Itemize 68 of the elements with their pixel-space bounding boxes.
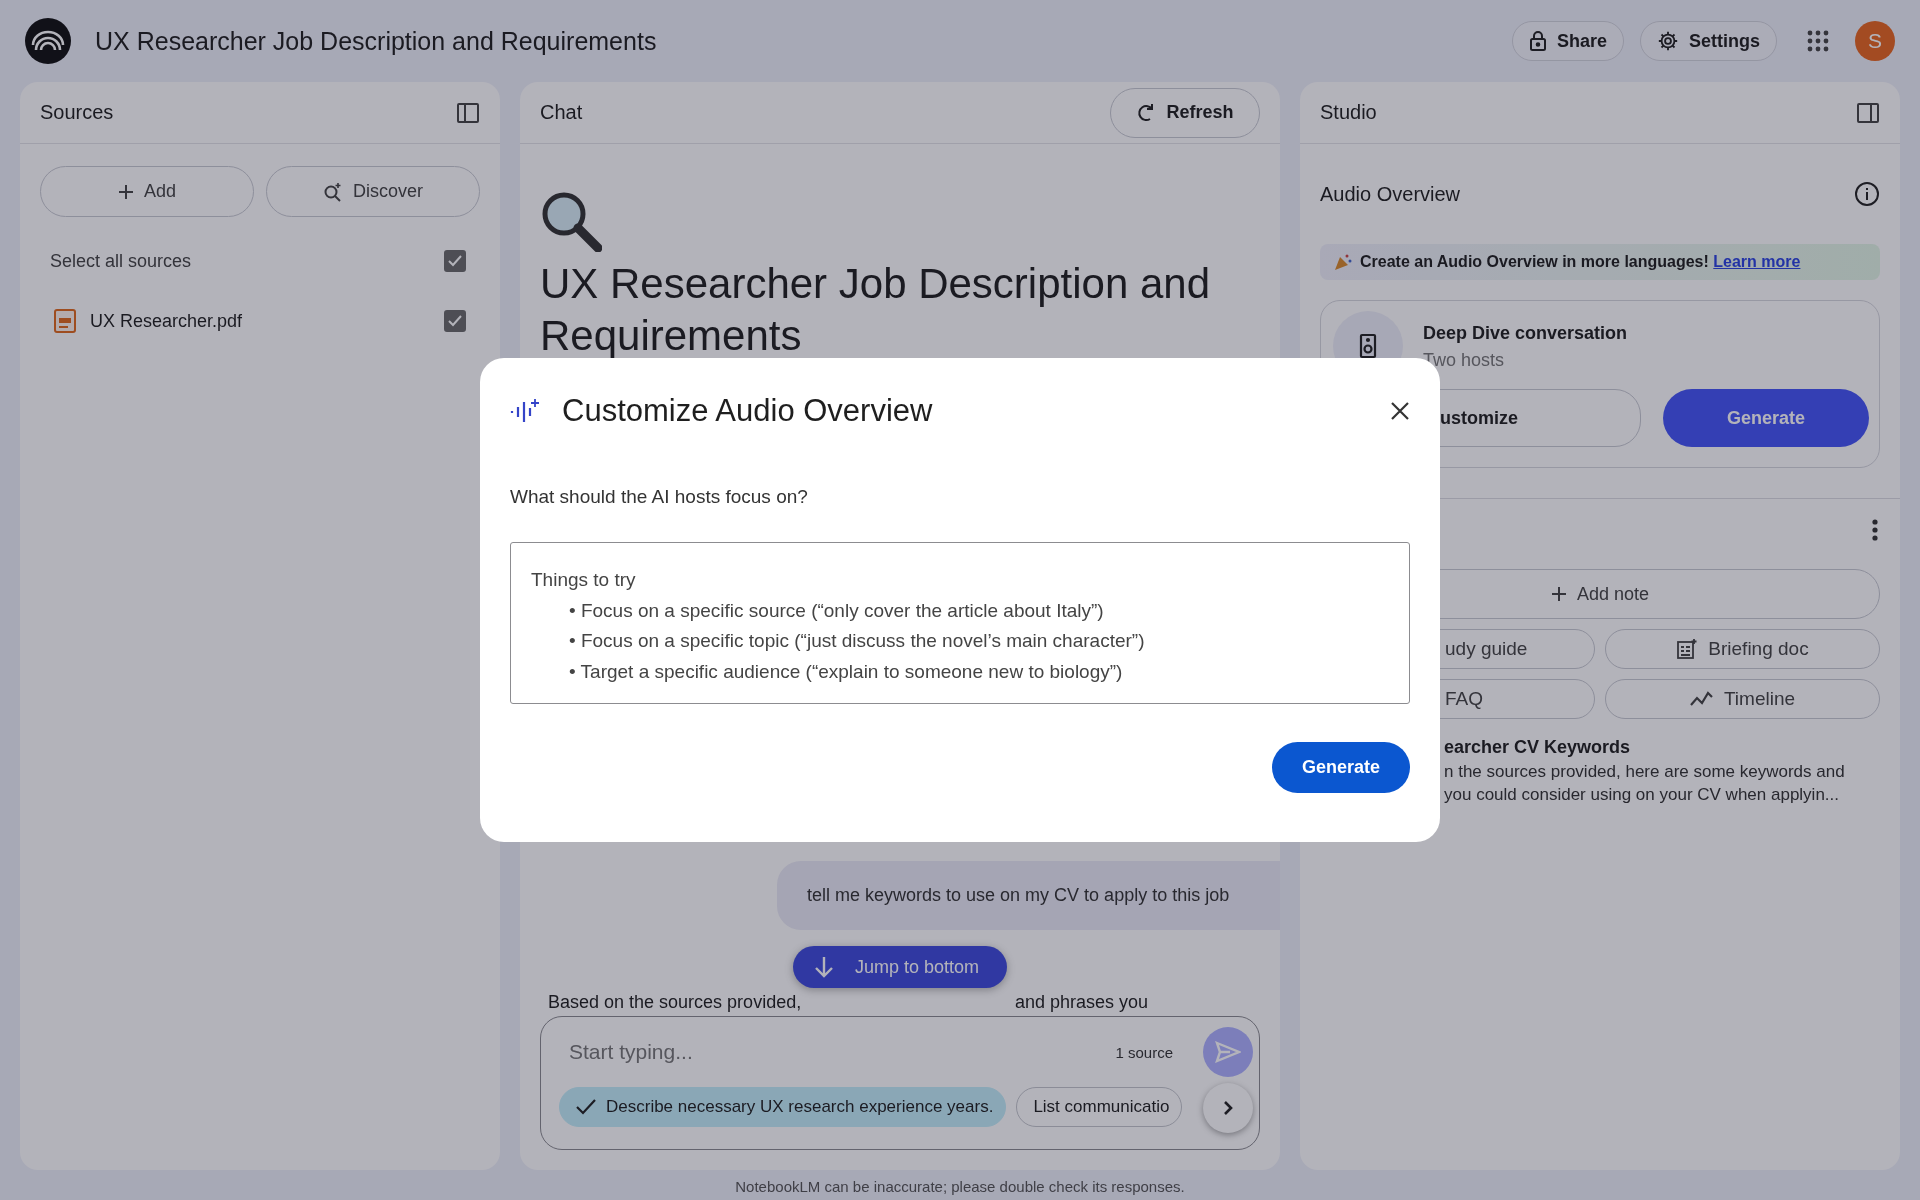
placeholder-hint: • Focus on a specific source (“only cover the article about Italy”) <box>569 598 1104 623</box>
note-preview: n the sources provided, here are some keywords and <box>1444 761 1846 783</box>
suggestion-chip[interactable]: List communicatio <box>1016 1087 1183 1127</box>
select-all-label: Select all sources <box>50 250 192 272</box>
close-button[interactable] <box>1390 401 1410 421</box>
panel-toggle-icon[interactable] <box>456 100 480 125</box>
plus-icon <box>118 183 134 200</box>
checkbox[interactable] <box>444 310 466 332</box>
logo-icon[interactable] <box>25 18 71 64</box>
focus-question: What should the AI hosts focus on? <box>510 486 809 508</box>
check-icon <box>576 1099 596 1115</box>
panel-title: Studio <box>1320 101 1377 124</box>
settings-icon <box>1657 30 1679 52</box>
dialog-title: Customize Audio Overview <box>562 393 934 429</box>
panel-title: Chat <box>540 101 583 124</box>
user-message: tell me keywords to use on my CV to apply to this job <box>777 861 1280 930</box>
more-options-icon[interactable] <box>1872 519 1878 541</box>
close-icon <box>1390 401 1410 421</box>
jump-to-bottom-button[interactable]: Jump to bottom <box>793 946 1007 988</box>
generate-button[interactable]: Generate <box>1272 742 1410 793</box>
plus-icon <box>1550 586 1567 602</box>
notebook-heading: UX Researcher Job Description and Requirements <box>540 259 1211 361</box>
placeholder-title: Things to try <box>531 568 637 592</box>
disclaimer-text: NotebookLM can be inaccurate; please double check its responses. <box>734 1177 1186 1195</box>
checkbox[interactable] <box>444 250 466 272</box>
arrow-down-icon <box>815 956 833 978</box>
lock-icon <box>1528 30 1547 52</box>
apps-grid-icon[interactable] <box>1807 30 1829 52</box>
refresh-button[interactable]: Refresh <box>1110 87 1260 138</box>
source-item[interactable]: UX Researcher.pdf <box>90 310 430 332</box>
pdf-file-icon <box>54 309 76 333</box>
audio-wave-icon <box>510 398 540 424</box>
share-button[interactable]: Share <box>1511 21 1624 61</box>
chevron-right-icon <box>1223 1100 1233 1116</box>
placeholder-hint: • Target a specific audience (“explain to someone new to biology”) <box>569 659 1123 684</box>
magnifier-icon <box>540 190 602 252</box>
card-title: Deep Dive conversation <box>1423 323 1629 344</box>
check-icon <box>448 315 462 327</box>
note-title: earcher CV Keywords <box>1444 737 1632 758</box>
learn-more-link[interactable]: Learn more <box>1713 253 1801 270</box>
party-popper-icon <box>1334 253 1352 271</box>
discover-icon <box>323 181 343 202</box>
check-icon <box>448 255 462 267</box>
suggestion-chip[interactable]: Describe necessary UX research experience years. <box>559 1087 1007 1127</box>
send-icon <box>1215 1041 1241 1063</box>
studio-tool-button[interactable]: Timeline <box>1605 679 1880 719</box>
add-source-button[interactable]: Add <box>40 166 254 217</box>
note-preview: you could consider using on your CV when applyin... <box>1444 784 1840 806</box>
panel-title: Sources <box>40 101 114 124</box>
studio-tool-button[interactable]: Briefing doc <box>1605 629 1880 669</box>
placeholder-hint: • Focus on a specific topic (“just discuss the novel’s main character”) <box>569 629 1145 653</box>
response-text: Based on the sources provided, <box>548 992 802 1014</box>
discover-button[interactable]: Discover <box>266 166 480 217</box>
card-subtitle: Two hosts <box>1423 350 1506 371</box>
trend-line-icon <box>1689 691 1714 707</box>
document-icon <box>1676 638 1699 660</box>
banner-text: Create an Audio Overview in more languages! Learn more <box>1360 253 1801 271</box>
focus-text-area[interactable] <box>510 542 1410 704</box>
response-text: and phrases you <box>1014 992 1148 1014</box>
source-count: 1 source <box>1115 1043 1173 1061</box>
speaker-icon <box>1359 333 1377 359</box>
settings-button[interactable]: Settings <box>1640 21 1777 61</box>
generate-button[interactable]: Generate <box>1663 389 1869 447</box>
notebook-title: UX Researcher Job Description and Requirements <box>95 26 658 56</box>
panel-toggle-icon[interactable] <box>1856 100 1880 125</box>
info-icon[interactable] <box>1854 181 1880 207</box>
section-title: Audio Overview <box>1320 182 1461 206</box>
chat-input[interactable]: Start typing... <box>559 1032 1116 1072</box>
